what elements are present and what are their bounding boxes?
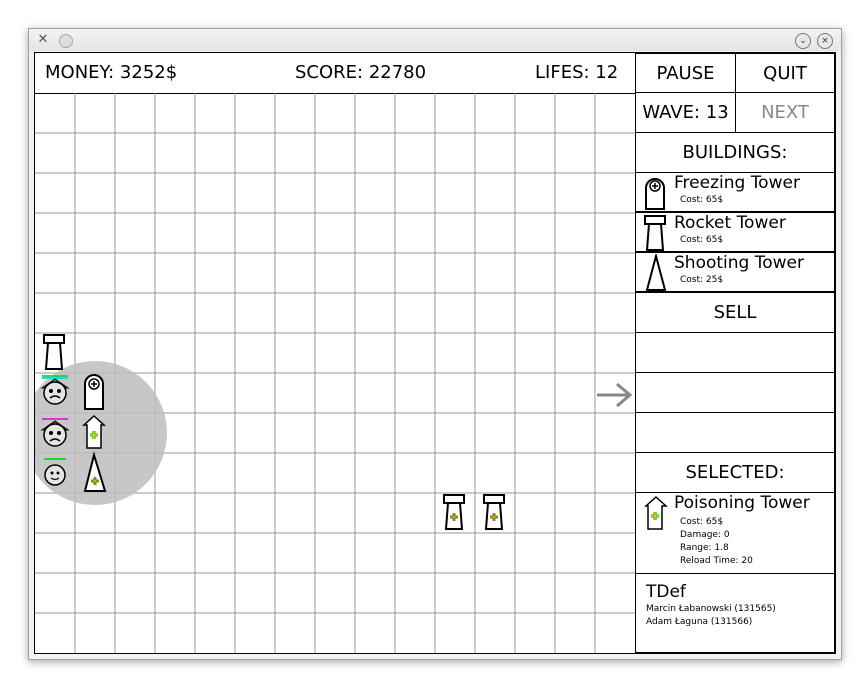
lifes-label: LIFES: 12 <box>535 62 619 83</box>
empty-slot <box>635 332 835 373</box>
empty-slot <box>635 372 835 413</box>
tower-cost: Cost: 25$ <box>680 275 724 285</box>
author-line: Marcin Łabanowski (131565) <box>646 604 776 614</box>
exit-arrow-icon <box>597 382 633 408</box>
score-label: SCORE: 22780 <box>295 62 427 83</box>
buildings-header: BUILDINGS: <box>635 132 835 173</box>
build-rocket-tower[interactable]: Rocket Tower Cost: 65$ <box>635 212 835 252</box>
status-bar: MONEY: 3252$ SCORE: 22780 LIFES: 12 <box>35 53 635 94</box>
tower-name: Rocket Tower <box>674 213 786 233</box>
app-window: ✕ ⌄ × MONEY: 3252$ SCORE: 22780 LIFES: 1… <box>28 28 842 660</box>
freezing-tower-icon <box>645 178 665 210</box>
rocket-tower-icon <box>644 215 666 251</box>
tower-cost: Cost: 65$ <box>680 195 724 205</box>
rocket-tower[interactable] <box>443 494 465 530</box>
close-icon[interactable]: × <box>817 33 833 49</box>
sell-button[interactable]: SELL <box>635 292 835 333</box>
selected-tower-name: Poisoning Tower <box>674 493 810 513</box>
shooting-tower-icon <box>645 254 667 291</box>
build-freezing-tower[interactable]: Freezing Tower Cost: 65$ <box>635 172 835 212</box>
rocket-tower[interactable] <box>483 494 505 530</box>
author-line: Adam Łaguna (131566) <box>646 617 753 627</box>
poisoning-tower-icon <box>644 495 668 530</box>
wave-label: WAVE: 13 <box>635 92 736 133</box>
title-bar: ✕ ⌄ × <box>29 29 841 51</box>
playfield[interactable] <box>35 93 635 653</box>
selected-reload: Reload Time: 20 <box>680 556 753 566</box>
selected-range: Range: 1.8 <box>680 543 729 553</box>
pause-button[interactable]: PAUSE <box>635 53 736 93</box>
tower-cost: Cost: 65$ <box>680 235 724 245</box>
selected-header: SELECTED: <box>635 452 835 493</box>
selected-damage: Damage: 0 <box>680 530 730 540</box>
empty-slot <box>635 412 835 453</box>
build-shooting-tower[interactable]: Shooting Tower Cost: 25$ <box>635 252 835 292</box>
freezing-tower[interactable] <box>84 374 104 410</box>
selected-tower-panel: Poisoning Tower Cost: 65$ Damage: 0 Rang… <box>635 492 835 574</box>
minimize-icon[interactable]: ⌄ <box>795 33 811 49</box>
app-title: TDef <box>646 582 686 602</box>
tower-name: Shooting Tower <box>674 253 804 273</box>
app-icon[interactable]: ✕ <box>35 32 51 48</box>
selected-cost: Cost: 65$ <box>680 517 724 527</box>
game-area: MONEY: 3252$ SCORE: 22780 LIFES: 12 PAUS… <box>34 52 836 654</box>
rocket-tower[interactable] <box>43 334 65 370</box>
money-label: MONEY: 3252$ <box>45 62 178 83</box>
tower-name: Freezing Tower <box>674 173 800 193</box>
quit-button[interactable]: QUIT <box>735 53 835 93</box>
next-wave-button[interactable]: NEXT <box>735 92 835 133</box>
window-menu-icon[interactable] <box>59 34 73 48</box>
credits-panel: TDef Marcin Łabanowski (131565) Adam Łag… <box>635 573 835 653</box>
